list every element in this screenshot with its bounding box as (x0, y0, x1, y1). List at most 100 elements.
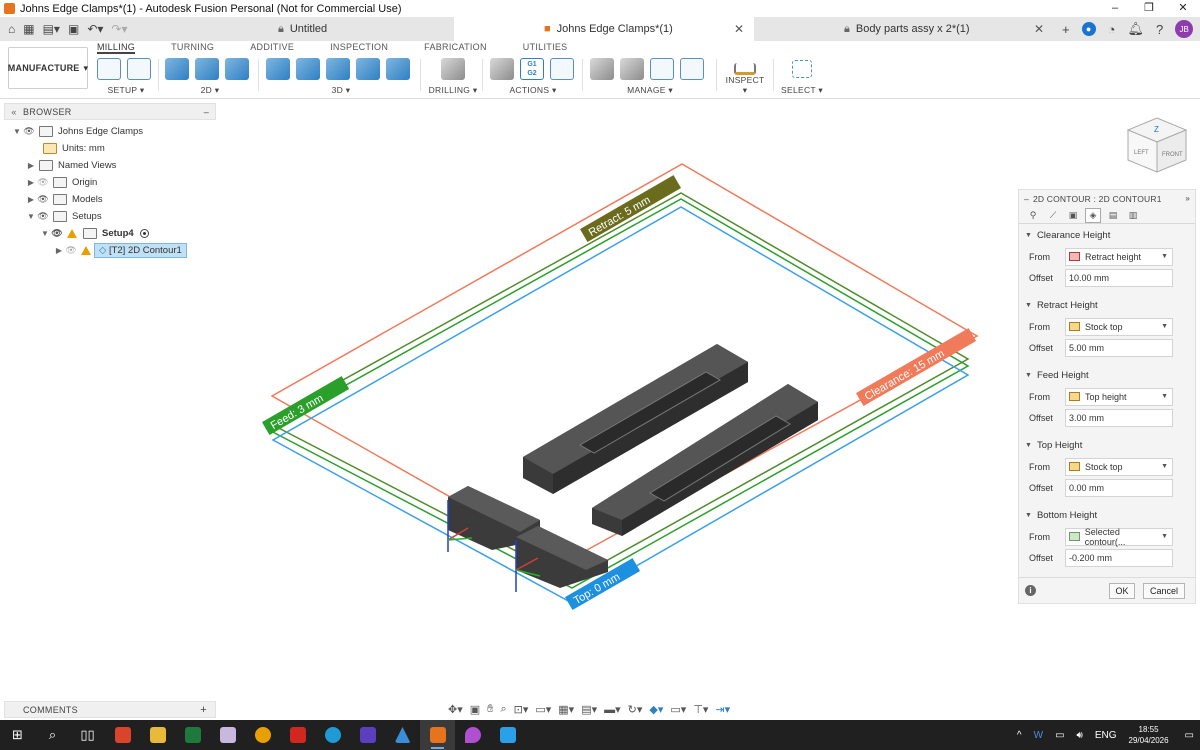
tree-setup4[interactable]: ▼ 👁︎ Setup4 (4, 225, 216, 242)
2d-adaptive-icon[interactable] (165, 58, 189, 80)
taskbar-app-media[interactable] (350, 720, 385, 750)
workspace-switcher[interactable]: MANUFACTURE ▾ (8, 47, 88, 89)
close-button[interactable]: ✕ (1166, 0, 1200, 17)
2d-menu[interactable]: 2D ▾ (165, 85, 255, 96)
heights-tab-icon[interactable]: ▣ (1065, 208, 1081, 223)
active-setup-radio[interactable] (139, 229, 149, 238)
sheet-icon[interactable] (127, 58, 151, 80)
expand-arrow-icon[interactable]: ▶ (26, 161, 36, 170)
tab-untitled[interactable]: 🔒︎ Untitled (238, 17, 454, 41)
extensions-icon[interactable]: ● (1081, 22, 1096, 36)
tab-additive[interactable]: ADDITIVE (250, 42, 294, 54)
stock-display-icon[interactable]: ▬▾ (604, 703, 621, 716)
face-icon[interactable] (225, 58, 249, 80)
clearance-height-header[interactable]: ▼ Clearance Height (1025, 224, 1189, 246)
volume-icon[interactable]: 🔊︎ (1077, 730, 1083, 741)
save-icon[interactable]: ▣ (68, 22, 79, 36)
taskbar-app-arduino[interactable] (385, 720, 420, 750)
tree-origin[interactable]: ▶ 👁︎ Origin (4, 174, 216, 191)
feed-offset-input[interactable]: 3.00 mm (1065, 408, 1173, 427)
minimize-button[interactable]: – (1098, 0, 1132, 17)
chevron-up-icon[interactable]: ^ (1017, 730, 1022, 741)
taskbar-app-drop[interactable] (455, 720, 490, 750)
dialog-minus-icon[interactable]: – (1024, 194, 1029, 204)
tree-units[interactable]: Units: mm (4, 140, 216, 157)
new-setup-icon[interactable] (97, 58, 121, 80)
clearance-offset-input[interactable]: 10.00 mm (1065, 268, 1173, 287)
template-library-icon[interactable] (680, 58, 704, 80)
linking-tab-icon[interactable]: ▤ (1105, 208, 1121, 223)
inspect-menu[interactable]: INSPECT ▾ (722, 75, 768, 96)
fit-icon[interactable]: ⊡▾ (514, 703, 529, 716)
tab-inspection[interactable]: INSPECTION (330, 42, 388, 54)
tool-display-icon[interactable]: ⊤▾ (693, 703, 708, 716)
2d-pocket-icon[interactable] (195, 58, 219, 80)
simulation-tab-icon[interactable]: ▥ (1125, 208, 1141, 223)
new-tab-icon[interactable]: + (1062, 22, 1070, 37)
language-indicator[interactable]: ENG (1095, 730, 1117, 741)
adaptive-clearing-icon[interactable] (266, 58, 290, 80)
clearance-from-select[interactable]: Retract height ▼ (1065, 247, 1173, 266)
pan-icon[interactable]: ✋︎ (487, 703, 493, 716)
info-icon[interactable]: i (1025, 585, 1036, 596)
simulate-icon[interactable] (490, 58, 514, 80)
notifications-icon[interactable]: 🔔︎ (1127, 21, 1144, 37)
viewports-icon[interactable]: ▤▾ (581, 703, 597, 716)
tree-root[interactable]: ▼ 👁︎ Johns Edge Clamps (4, 123, 216, 140)
notification-center-icon[interactable]: ▭ (1185, 730, 1194, 741)
retract-from-select[interactable]: Stock top ▼ (1065, 317, 1173, 336)
start-button[interactable]: ⊞ (0, 720, 35, 750)
clock[interactable]: 18:55 29/04/2026 (1129, 724, 1169, 746)
top-offset-input[interactable]: 0.00 mm (1065, 478, 1173, 497)
comments-panel[interactable]: COMMENTS + (4, 701, 216, 718)
expand-dialog-icon[interactable]: » (1185, 194, 1190, 203)
expand-arrow-icon[interactable]: ▼ (12, 127, 22, 136)
tool-library-icon[interactable] (590, 58, 614, 80)
expand-arrow-icon[interactable]: ▼ (26, 212, 36, 221)
expand-arrow-icon[interactable]: ▶ (26, 178, 36, 187)
expand-arrow-icon[interactable]: ▼ (40, 229, 50, 238)
simulation-display-icon[interactable]: ⇥▾ (715, 703, 730, 716)
file-menu-icon[interactable]: ▤▾ (43, 22, 60, 36)
search-button[interactable]: ⌕ (35, 720, 70, 750)
post-process-icon[interactable]: G1 G2 (520, 58, 544, 80)
bottom-from-select[interactable]: Selected contour(... ▼ (1065, 527, 1173, 547)
visibility-eye-icon[interactable]: 👁︎ (36, 177, 50, 188)
collapse-panel-icon[interactable]: « (5, 107, 23, 117)
window-select-icon[interactable] (792, 60, 812, 78)
visibility-eye-icon[interactable]: 👁︎ (22, 126, 36, 137)
tab-milling[interactable]: MILLING (97, 42, 136, 54)
3d-menu[interactable]: 3D ▾ (266, 85, 416, 96)
drilling-menu[interactable]: DRILLING ▾ (428, 85, 478, 96)
word-icon[interactable]: W (1034, 730, 1043, 741)
feed-from-select[interactable]: Top height ▼ (1065, 387, 1173, 406)
redo-icon[interactable]: ↷▾ (111, 22, 127, 36)
tab-body-parts-assy[interactable]: 🔒︎ Body parts assy x 2*(1) ✕ (754, 17, 1054, 41)
tab-johns-edge-clamps[interactable]: ■ Johns Edge Clamps*(1) ✕ (454, 17, 754, 41)
taskbar-app-paint3d[interactable] (490, 720, 525, 750)
bottom-offset-input[interactable]: -0.200 mm (1065, 548, 1173, 567)
toolpath-display-icon[interactable]: ↻▾ (628, 703, 643, 716)
expand-arrow-icon[interactable]: ▶ (26, 195, 36, 204)
tab-fabrication[interactable]: FABRICATION (424, 42, 487, 54)
passes-tab-icon[interactable]: ◈ (1085, 207, 1101, 223)
restore-button[interactable]: ❐ (1132, 0, 1166, 17)
task-view-button[interactable]: ▯▯ (70, 720, 105, 750)
steep-shallow-icon[interactable] (326, 58, 350, 80)
tree-named-views[interactable]: ▶ Named Views (4, 157, 216, 174)
contour-icon[interactable] (386, 58, 410, 80)
user-avatar[interactable]: JB (1175, 20, 1194, 38)
measure-icon[interactable] (734, 63, 756, 75)
retract-height-header[interactable]: ▼ Retract Height (1025, 294, 1189, 316)
cancel-button[interactable]: Cancel (1143, 582, 1185, 599)
taskbar-app-store[interactable] (105, 720, 140, 750)
tab-utilities[interactable]: UTILITIES (523, 42, 568, 54)
visibility-eye-icon[interactable]: 👁︎ (36, 211, 50, 222)
grid-settings-icon[interactable]: ▦▾ (558, 703, 574, 716)
visibility-eye-icon[interactable]: 👁︎ (50, 228, 64, 239)
tree-setups[interactable]: ▼ 👁︎ Setups (4, 208, 216, 225)
minimize-panel-icon[interactable]: – (204, 107, 209, 117)
retract-offset-input[interactable]: 5.00 mm (1065, 338, 1173, 357)
hidden-eye-icon[interactable]: 👁︎ (64, 245, 78, 256)
grid-icon[interactable]: ▦ (23, 22, 34, 36)
